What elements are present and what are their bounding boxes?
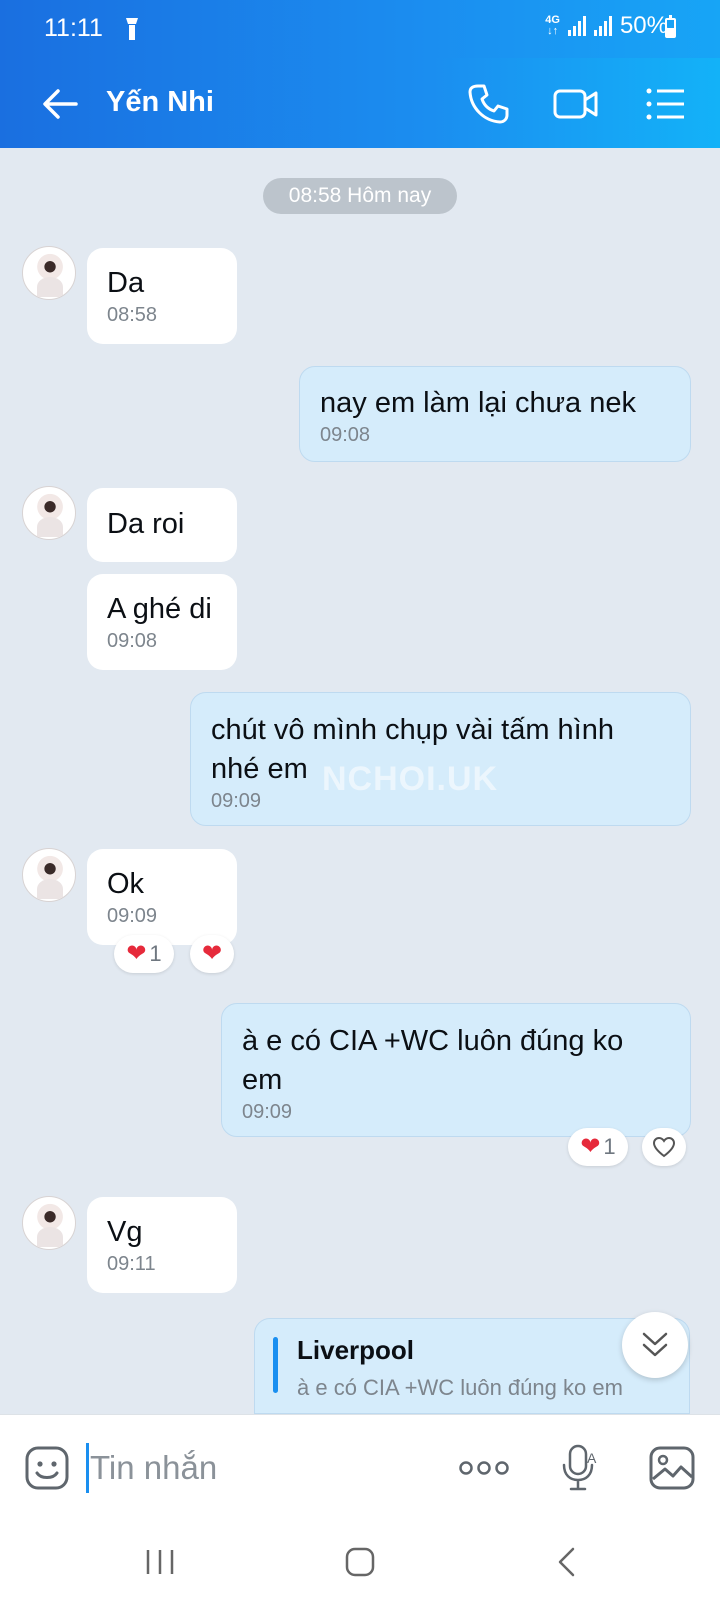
quoted-sender: Liverpool <box>297 1335 415 1365</box>
message-text: nay em làm lại chưa nek <box>320 387 636 419</box>
battery-percent: 50% <box>619 12 668 39</box>
heart-icon: ❤ <box>580 1133 601 1160</box>
avatar[interactable] <box>22 1196 76 1250</box>
video-call-icon[interactable] <box>552 80 600 128</box>
message-bubble-incoming[interactable]: Da 08:58 <box>87 248 237 344</box>
scroll-to-bottom-button[interactable] <box>622 1312 688 1378</box>
message-bubble-incoming[interactable]: Da roi <box>87 488 237 562</box>
react-button[interactable]: ❤ <box>190 935 234 973</box>
message-bubble-incoming[interactable]: A ghé di 09:08 <box>87 574 237 670</box>
list-menu-icon[interactable] <box>642 80 690 128</box>
chat-header: Yến Nhi <box>0 58 720 148</box>
voice-to-text-icon[interactable]: A <box>560 1443 598 1493</box>
signal-icon-sim2 <box>593 16 612 36</box>
message-time: 09:11 <box>107 1253 156 1275</box>
nav-back-icon[interactable] <box>548 1542 588 1582</box>
status-bar: 11:11 4G ↓↑ 50% <box>0 0 720 58</box>
image-gallery-icon[interactable] <box>648 1445 696 1491</box>
phone-icon[interactable] <box>464 80 512 128</box>
avatar[interactable] <box>22 246 76 300</box>
svg-text:A: A <box>587 1450 597 1466</box>
message-text: Da <box>107 267 145 299</box>
back-arrow-icon[interactable] <box>38 82 82 126</box>
message-time: 08:58 <box>107 304 158 326</box>
watermark: NCHOI.UK <box>322 760 499 798</box>
status-indicators: 4G ↓↑ 50% <box>545 12 668 40</box>
message-text: Vg <box>107 1216 143 1248</box>
message-bubble-outgoing[interactable]: nay em làm lại chưa nek 09:08 <box>299 366 691 462</box>
double-chevron-down-icon <box>642 1332 668 1357</box>
quote-bar <box>273 1337 278 1393</box>
recent-apps-icon[interactable] <box>140 1542 180 1582</box>
flashlight-icon <box>126 18 138 40</box>
reaction-summary[interactable]: ❤ 1 <box>114 935 174 973</box>
text-caret <box>86 1443 89 1493</box>
message-text-line: em <box>242 1064 283 1096</box>
battery-icon <box>665 15 676 38</box>
quoted-text: à e có CIA +WC luôn đúng ko em <box>297 1375 623 1400</box>
message-input[interactable] <box>90 1441 420 1495</box>
message-time: 09:08 <box>320 424 371 446</box>
message-bubble-outgoing[interactable]: à e có CIA +WC luôn đúng ko em 09:09 <box>221 1003 691 1137</box>
message-time: 09:09 <box>242 1101 293 1123</box>
react-button[interactable] <box>642 1128 686 1166</box>
signal-icon <box>567 16 586 36</box>
reaction-count: 1 <box>149 941 162 966</box>
message-text: A ghé di <box>107 593 212 625</box>
message-text-line: à e có CIA +WC luôn đúng ko <box>242 1025 624 1057</box>
message-text-line: chút vô mình chụp vài tấm hình <box>211 714 614 746</box>
message-text: Ok <box>107 868 145 900</box>
message-bubble-incoming[interactable]: Vg 09:11 <box>87 1197 237 1293</box>
message-time: 09:09 <box>107 905 158 927</box>
home-icon[interactable] <box>340 1542 380 1582</box>
date-separator: 08:58 Hôm nay <box>263 178 457 214</box>
heart-icon: ❤ <box>201 940 223 967</box>
avatar[interactable] <box>22 486 76 540</box>
status-time: 11:11 <box>44 14 103 42</box>
emoji-sticker-icon[interactable] <box>24 1445 70 1491</box>
system-nav-bar <box>0 1520 720 1600</box>
heart-icon: ❤ <box>126 940 147 967</box>
avatar[interactable] <box>22 848 76 902</box>
message-bubble-outgoing[interactable]: chút vô mình chụp vài tấm hình nhé em 09… <box>190 692 691 826</box>
more-options-icon[interactable] <box>458 1451 510 1485</box>
contact-name[interactable]: Yến Nhi <box>106 86 214 119</box>
reaction-count: 1 <box>603 1134 616 1159</box>
message-bubble-incoming[interactable]: Ok 09:09 <box>87 849 237 945</box>
heart-outline-icon <box>652 1136 676 1158</box>
message-text: Da roi <box>107 508 185 540</box>
message-composer: A <box>0 1414 720 1520</box>
network-type: 4G ↓↑ <box>545 14 560 37</box>
reaction-summary[interactable]: ❤ 1 <box>568 1128 628 1166</box>
message-time: 09:08 <box>107 630 158 652</box>
